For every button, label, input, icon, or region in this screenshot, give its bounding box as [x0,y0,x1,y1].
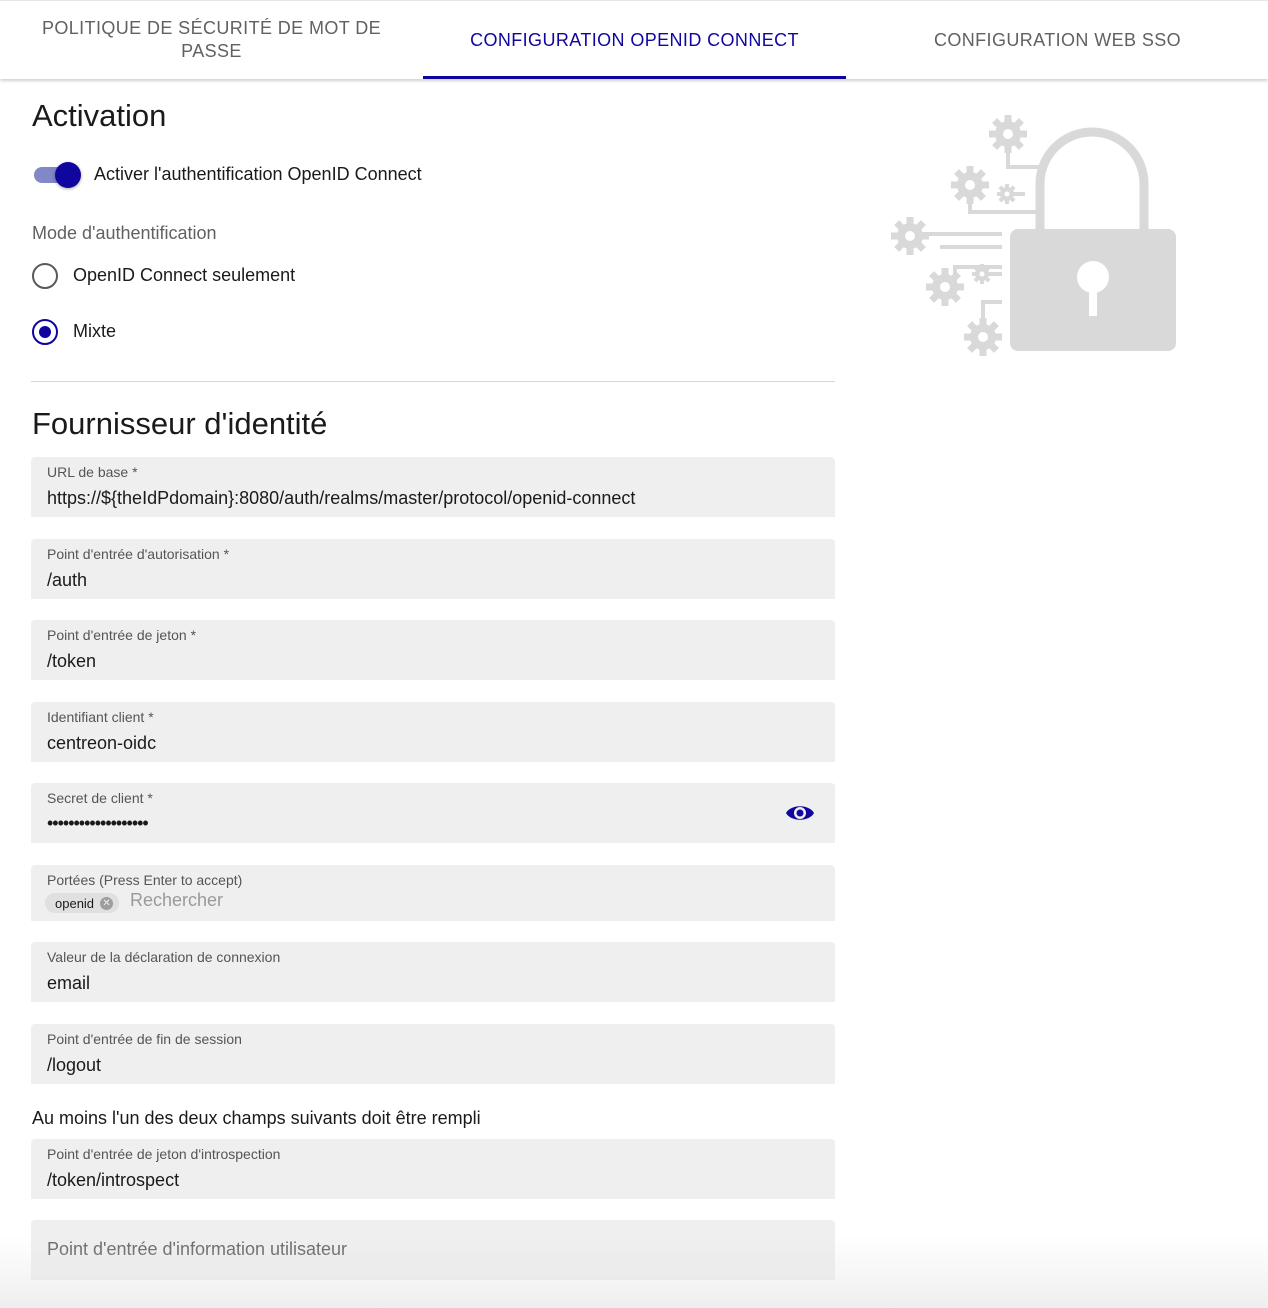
base-url-field[interactable]: URL de base * https://${theIdPdomain}:80… [31,457,835,517]
authorization-endpoint-field[interactable]: Point d'entrée d'autorisation * /auth [31,539,835,599]
client-secret-field[interactable]: Secret de client * ••••••••••••••••••• [31,783,835,843]
logout-endpoint-label: Point d'entrée de fin de session [47,1031,242,1047]
enable-oidc-toggle[interactable] [32,162,82,188]
radio-mixed-label: Mixte [73,321,117,341]
scope-chip-label: openid [55,895,95,911]
userinfo-endpoint-field[interactable]: Point d'entrée d'information utilisateur [31,1220,835,1280]
scopes-label: Portées (Press Enter to accept) [47,872,243,888]
active-tab-indicator [423,76,846,79]
tab-bar: POLITIQUE DE SÉCURITÉ DE MOT DE PASSE CO… [0,0,1268,79]
radio-oidc-only[interactable] [32,263,58,289]
token-endpoint-value: /token [47,651,97,671]
scopes-field[interactable]: Portées (Press Enter to accept) openid ✕ [31,865,835,921]
tab-web-sso[interactable]: CONFIGURATION WEB SSO [846,1,1268,79]
lock-gears-icon [890,112,1190,362]
client-id-field[interactable]: Identifiant client * centreon-oidc [31,702,835,762]
toggle-thumb [55,162,81,188]
introspection-endpoint-label: Point d'entrée de jeton d'introspection [47,1146,281,1162]
login-claim-field[interactable]: Valeur de la déclaration de connexion em… [31,942,835,1002]
activation-title: Activation [32,98,167,133]
radio-mixed[interactable] [32,319,58,345]
authorization-endpoint-label: Point d'entrée d'autorisation * [47,546,230,562]
login-claim-label: Valeur de la déclaration de connexion [47,949,281,965]
eye-icon[interactable] [785,800,815,826]
auth-mode-label: Mode d'authentification [32,223,217,243]
login-claim-value: email [47,973,91,993]
logout-endpoint-field[interactable]: Point d'entrée de fin de session /logout [31,1024,835,1084]
logout-endpoint-value: /logout [47,1055,102,1075]
section-divider [31,381,835,382]
token-endpoint-label: Point d'entrée de jeton * [47,627,197,643]
scope-chip-openid: openid ✕ [45,893,120,913]
base-url-label: URL de base * [47,464,138,480]
tab-password-policy[interactable]: POLITIQUE DE SÉCURITÉ DE MOT DE PASSE [0,1,423,79]
authorization-endpoint-value: /auth [47,570,88,590]
userinfo-endpoint-placeholder: Point d'entrée d'information utilisateur [47,1239,348,1259]
tab-openid-connect[interactable]: CONFIGURATION OPENID CONNECT [423,1,846,79]
identity-provider-title: Fournisseur d'identité [32,406,328,441]
scopes-search-input[interactable] [130,890,630,911]
base-url-value: https://${theIdPdomain}:8080/auth/realms… [47,488,636,508]
required-one-of-hint: Au moins l'un des deux champs suivants d… [32,1108,481,1128]
client-secret-value: ••••••••••••••••••• [47,813,149,833]
introspection-endpoint-field[interactable]: Point d'entrée de jeton d'introspection … [31,1139,835,1199]
client-id-label: Identifiant client * [47,709,154,725]
client-id-value: centreon-oidc [47,733,157,753]
introspection-endpoint-value: /token/introspect [47,1170,180,1190]
token-endpoint-field[interactable]: Point d'entrée de jeton * /token [31,620,835,680]
enable-oidc-label: Activer l'authentification OpenID Connec… [94,164,422,184]
client-secret-label: Secret de client * [47,790,153,806]
cancel-circle-icon[interactable]: ✕ [100,896,114,910]
radio-oidc-only-label: OpenID Connect seulement [73,265,296,285]
